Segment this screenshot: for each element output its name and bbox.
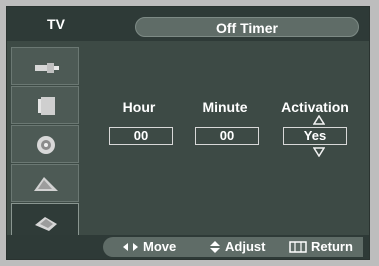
- tv-menu-window: TV Off Timer Hour Minute Activation 00 0…: [6, 6, 370, 260]
- activation-label: Activation: [281, 99, 349, 115]
- minute-label: Minute: [202, 99, 248, 115]
- footer-move-label: Move: [143, 239, 177, 254]
- sidebar: [11, 47, 79, 245]
- footer-adjust-label: Adjust: [225, 239, 266, 254]
- activation-down-arrow-icon[interactable]: [313, 147, 325, 157]
- input-icon: [35, 63, 59, 73]
- hour-field[interactable]: 00: [109, 127, 173, 145]
- adjust-icon: [210, 241, 220, 253]
- minute-field[interactable]: 00: [195, 127, 259, 145]
- header-bar: TV Off Timer: [7, 7, 369, 41]
- source-tab[interactable]: TV: [17, 16, 95, 32]
- footer-return-label: Return: [311, 239, 353, 254]
- picture-icon: [38, 97, 55, 115]
- setup-icon: [35, 217, 57, 231]
- hour-label: Hour: [122, 99, 156, 115]
- return-icon: [289, 241, 307, 253]
- sidebar-item-sound[interactable]: [11, 125, 79, 163]
- page-title: Off Timer: [216, 20, 278, 36]
- channel-icon: [34, 177, 58, 191]
- sidebar-item-picture[interactable]: [11, 86, 79, 124]
- sidebar-item-channel[interactable]: [11, 164, 79, 202]
- footer-bar: Move Adjust Return: [7, 235, 369, 259]
- sidebar-item-input[interactable]: [11, 47, 79, 85]
- move-icon: [123, 243, 138, 251]
- activation-field[interactable]: Yes: [283, 127, 347, 145]
- sound-icon: [37, 136, 55, 154]
- activation-up-arrow-icon[interactable]: [313, 115, 325, 125]
- title-pill: Off Timer: [135, 17, 359, 37]
- timer-panel: Hour Minute Activation 00 00 Yes: [91, 41, 367, 231]
